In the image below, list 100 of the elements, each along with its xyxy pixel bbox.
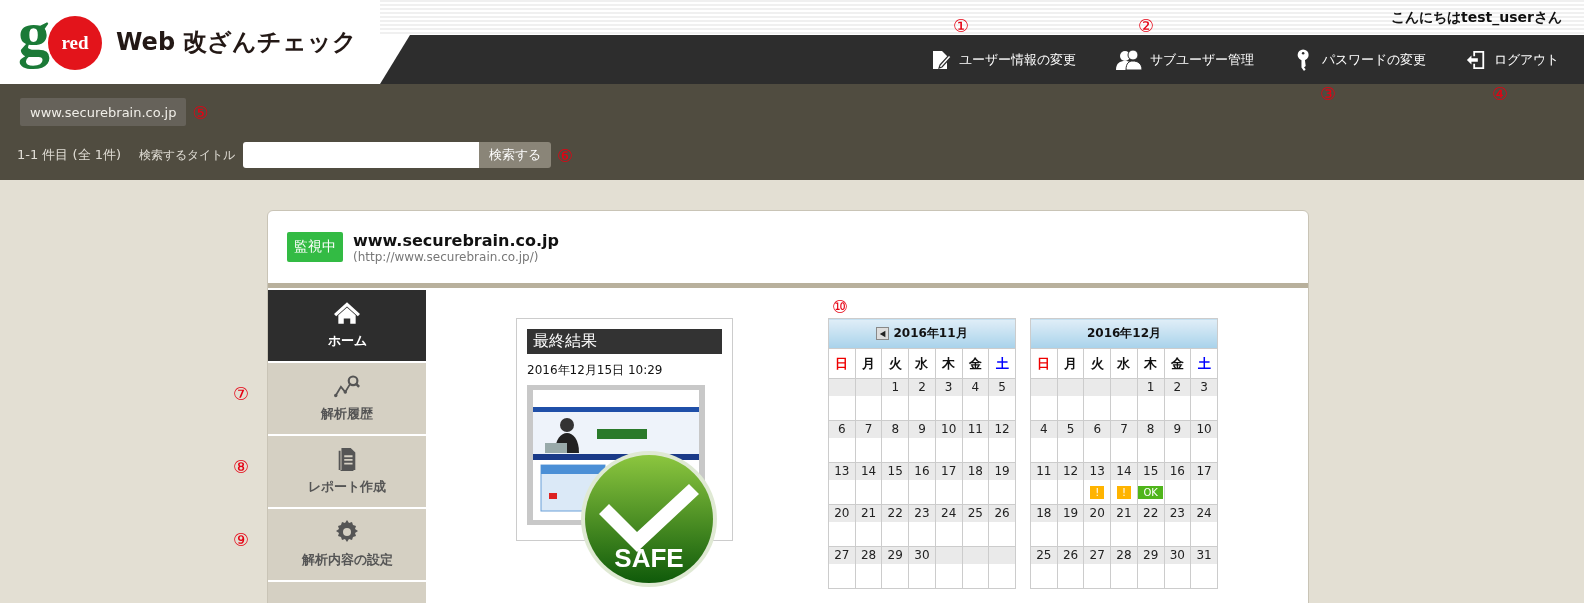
weekday-header: 火 bbox=[1083, 348, 1111, 379]
day-number: 25 bbox=[967, 506, 983, 520]
search-button[interactable]: 検索する bbox=[479, 142, 552, 168]
day-number: 18 bbox=[967, 464, 983, 478]
day-number: 5 bbox=[1066, 422, 1075, 436]
home-icon bbox=[334, 301, 360, 325]
status-marker[interactable]: OK bbox=[1138, 485, 1163, 499]
weekday-header: 木 bbox=[1137, 348, 1164, 379]
calendar-title: 2016年11月 bbox=[828, 318, 1016, 349]
day-number: 14 bbox=[860, 464, 877, 478]
weekday-header: 月 bbox=[855, 348, 882, 379]
edit-icon bbox=[931, 48, 951, 71]
day-number: 6 bbox=[1093, 422, 1102, 436]
day-number: 6 bbox=[838, 422, 846, 436]
annotation-number: ① bbox=[953, 16, 970, 35]
weekday-header: 日 bbox=[1030, 348, 1058, 379]
caret-icon bbox=[878, 329, 887, 338]
day-number: 10 bbox=[941, 422, 957, 436]
day-number: 27 bbox=[834, 548, 850, 562]
day-number: 13 bbox=[1089, 464, 1105, 478]
site-url: (http://www.securebrain.co.jp/) bbox=[353, 249, 540, 264]
day-number: 19 bbox=[1062, 506, 1079, 520]
day-number: 21 bbox=[860, 506, 877, 520]
logout-icon bbox=[1466, 48, 1486, 71]
day-number: 9 bbox=[1173, 422, 1182, 436]
day-number: 29 bbox=[887, 548, 903, 562]
day-number: 30 bbox=[914, 548, 930, 562]
day-number: 1 bbox=[891, 380, 900, 394]
calendar-title: 2016年12月 bbox=[1030, 318, 1218, 349]
site-tab[interactable]: www.securebrain.co.jp bbox=[20, 98, 187, 126]
greeting: こんにちはtest_userさん bbox=[1391, 8, 1562, 27]
day-number: 26 bbox=[994, 506, 1010, 520]
weekday-header: 木 bbox=[935, 348, 962, 379]
chart-search-icon bbox=[334, 374, 360, 398]
search-label: 検索するタイトル bbox=[139, 146, 236, 164]
day-number: 2 bbox=[1173, 380, 1182, 394]
day-number: 12 bbox=[1062, 464, 1079, 478]
day-number: 20 bbox=[834, 506, 850, 520]
app-title: Web 改ざんチェック bbox=[116, 27, 358, 58]
day-number: 16 bbox=[914, 464, 930, 478]
day-number: 15 bbox=[1143, 464, 1159, 478]
day-number: 28 bbox=[1116, 548, 1132, 562]
annotation-number: ⑥ bbox=[557, 144, 574, 166]
annotation-number: ⑧ bbox=[233, 458, 250, 476]
day-number: 23 bbox=[1169, 506, 1185, 520]
day-number: 11 bbox=[967, 422, 983, 436]
day-number: 21 bbox=[1116, 506, 1132, 520]
day-number: 19 bbox=[994, 464, 1010, 478]
weekday-header: 火 bbox=[881, 348, 909, 379]
day-number: 17 bbox=[941, 464, 957, 478]
annotation-number: ② bbox=[1138, 16, 1155, 35]
day-number: 4 bbox=[971, 380, 980, 394]
annotation-number: ⑤ bbox=[192, 101, 209, 123]
weekday-header: 金 bbox=[1164, 348, 1191, 379]
day-number: 16 bbox=[1169, 464, 1185, 478]
day-number: 2 bbox=[918, 380, 926, 394]
result-date: 2016年12月15日 10:29 bbox=[527, 362, 664, 379]
day-number: 4 bbox=[1040, 422, 1048, 436]
day-number: 29 bbox=[1143, 548, 1159, 562]
day-number: 12 bbox=[994, 422, 1010, 436]
weekday-header: 土 bbox=[988, 348, 1016, 379]
day-number: 24 bbox=[1196, 506, 1212, 520]
day-number: 24 bbox=[941, 506, 957, 520]
day-number: 15 bbox=[887, 464, 903, 478]
day-number: 31 bbox=[1196, 548, 1212, 562]
day-number: 8 bbox=[891, 422, 900, 436]
day-number: 13 bbox=[834, 464, 850, 478]
day-number: 28 bbox=[860, 548, 877, 562]
day-number: 26 bbox=[1062, 548, 1079, 562]
weekday-header: 水 bbox=[908, 348, 936, 379]
annotation-number: ④ bbox=[1492, 84, 1509, 103]
weekday-header: 月 bbox=[1057, 348, 1084, 379]
day-number: 18 bbox=[1036, 506, 1052, 520]
day-number: 23 bbox=[914, 506, 930, 520]
users-icon bbox=[1116, 48, 1142, 71]
day-number: 5 bbox=[998, 380, 1006, 394]
day-number: 22 bbox=[1143, 506, 1159, 520]
settings-icon bbox=[334, 520, 360, 544]
day-number: 25 bbox=[1036, 548, 1052, 562]
annotation-number: ⑩ bbox=[832, 298, 849, 316]
previous-month-button[interactable] bbox=[876, 327, 890, 340]
sidebar-item[interactable]: ホーム bbox=[268, 290, 426, 361]
day-number: 7 bbox=[864, 422, 873, 436]
weekday-header: 水 bbox=[1110, 348, 1138, 379]
annotation-number: ⑨ bbox=[233, 531, 250, 549]
day-number: 11 bbox=[1036, 464, 1052, 478]
safe-badge: SAFE bbox=[579, 449, 719, 589]
day-number: 14 bbox=[1116, 464, 1132, 478]
search-field[interactable] bbox=[243, 142, 480, 168]
day-number: 8 bbox=[1146, 422, 1155, 436]
day-number: 1 bbox=[1146, 380, 1155, 394]
day-number: 30 bbox=[1169, 548, 1185, 562]
day-number: 9 bbox=[918, 422, 926, 436]
day-number: 7 bbox=[1120, 422, 1128, 436]
weekday-header: 金 bbox=[962, 348, 989, 379]
weekday-header: 日 bbox=[828, 348, 856, 379]
day-number: 22 bbox=[887, 506, 903, 520]
result-title: 最終結果 bbox=[527, 329, 722, 354]
day-number: 10 bbox=[1196, 422, 1212, 436]
result-count: 1-1 件目 (全 1件) bbox=[17, 146, 122, 164]
